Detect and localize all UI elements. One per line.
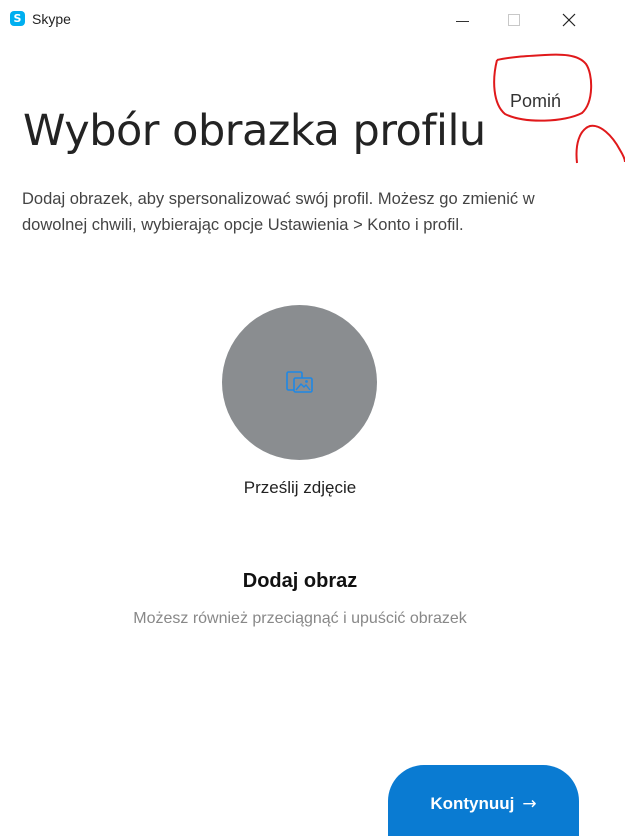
close-icon: [562, 13, 576, 27]
drag-drop-hint: Możesz również przeciągnąć i upuścić obr…: [133, 610, 467, 627]
add-image-heading: Dodaj obraz: [242, 570, 358, 592]
profile-picture-upload[interactable]: [222, 305, 377, 460]
maximize-button[interactable]: [492, 0, 538, 40]
upload-photo-label[interactable]: Prześlij zdjęcie: [0, 478, 600, 498]
skype-logo-icon: S: [10, 11, 25, 26]
continue-button[interactable]: Kontynuuj →: [388, 765, 579, 836]
page-title: Wybór obrazka profilu: [23, 106, 486, 156]
page-description: Dodaj obrazek, aby spersonalizować swój …: [22, 190, 535, 234]
continue-label: Kontynuuj: [430, 794, 515, 813]
minimize-button[interactable]: [440, 0, 486, 40]
arrow-right-icon: →: [522, 794, 537, 814]
skype-window: S Skype Pomiń Wybór obrazka profilu Doda…: [0, 0, 625, 836]
title-bar: S Skype: [0, 0, 625, 40]
image-upload-icon: [286, 371, 313, 393]
skip-link[interactable]: Pomiń: [510, 91, 561, 112]
close-button[interactable]: [546, 0, 592, 40]
continue-button-content: Kontynuuj →: [388, 794, 579, 814]
window-title: Skype: [32, 11, 71, 27]
